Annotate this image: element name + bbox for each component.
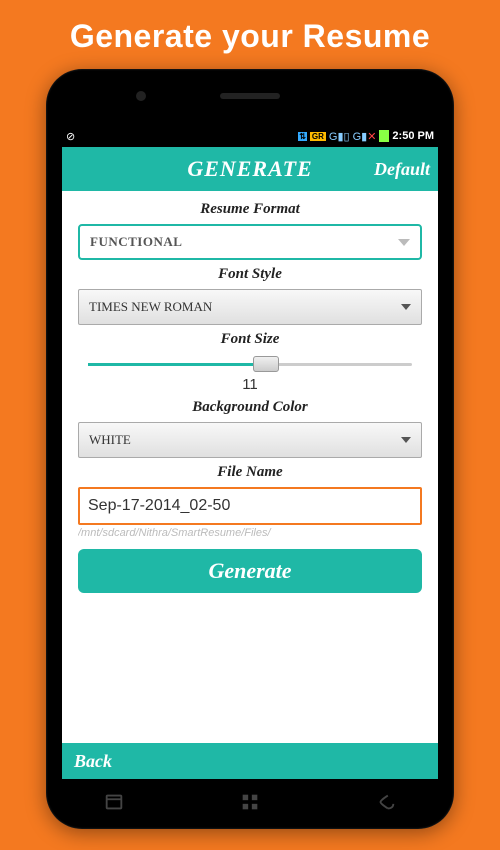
font-style-value: TIMES NEW ROMAN <box>89 299 212 315</box>
page-title: GENERATE <box>187 156 312 182</box>
recent-apps-icon[interactable] <box>103 791 125 813</box>
resume-format-value: FUNCTIONAL <box>90 234 182 250</box>
background-color-value: WHITE <box>89 432 131 448</box>
no-icon: ⊘ <box>66 130 75 143</box>
font-style-select[interactable]: TIMES NEW ROMAN <box>78 289 422 325</box>
resume-format-label: Resume Format <box>78 201 422 218</box>
footer-bar: Back <box>62 743 438 779</box>
battery-icon <box>379 130 389 142</box>
slider-track <box>88 363 412 366</box>
back-button[interactable]: Back <box>74 751 112 772</box>
status-bar: ⊘ ⇅ GR G▮▯ G▮✕ 2:50 PM <box>62 125 438 147</box>
resume-format-select[interactable]: FUNCTIONAL <box>78 224 422 260</box>
background-color-label: Background Color <box>78 399 422 416</box>
background-color-select[interactable]: WHITE <box>78 422 422 458</box>
phone-camera <box>136 91 146 101</box>
softkey-bar <box>46 791 454 813</box>
promo-title: Generate your Resume <box>70 18 430 55</box>
app-bar: GENERATE Default <box>62 147 438 191</box>
file-path-hint: /mnt/sdcard/Nithra/SmartResume/Files/ <box>78 527 422 539</box>
default-button[interactable]: Default <box>374 159 430 180</box>
generate-button[interactable]: Generate <box>78 549 422 593</box>
back-icon[interactable] <box>375 791 397 813</box>
font-style-label: Font Style <box>78 266 422 283</box>
sim2-signal-icon: G▮✕ <box>353 130 377 143</box>
slider-thumb[interactable] <box>253 356 279 372</box>
font-size-label: Font Size <box>78 331 422 348</box>
slider-fill <box>88 363 266 366</box>
file-name-input[interactable] <box>78 487 422 525</box>
home-icon[interactable] <box>239 791 261 813</box>
phone-frame: ⊘ ⇅ GR G▮▯ G▮✕ 2:50 PM GENERATE Default … <box>46 69 454 829</box>
sim1-signal-icon: G▮▯ <box>329 130 350 143</box>
chevron-down-icon <box>401 304 411 310</box>
gr-badge-icon: GR <box>310 132 326 141</box>
network-icon: ⇅ <box>298 132 307 141</box>
file-name-label: File Name <box>78 464 422 481</box>
chevron-down-icon <box>398 239 410 246</box>
font-size-value: 11 <box>88 376 412 393</box>
font-size-slider[interactable] <box>88 356 412 372</box>
form-content: Resume Format FUNCTIONAL Font Style TIME… <box>62 191 438 743</box>
phone-speaker <box>220 93 280 99</box>
screen: ⊘ ⇅ GR G▮▯ G▮✕ 2:50 PM GENERATE Default … <box>62 125 438 779</box>
chevron-down-icon <box>401 437 411 443</box>
status-time: 2:50 PM <box>392 130 434 142</box>
